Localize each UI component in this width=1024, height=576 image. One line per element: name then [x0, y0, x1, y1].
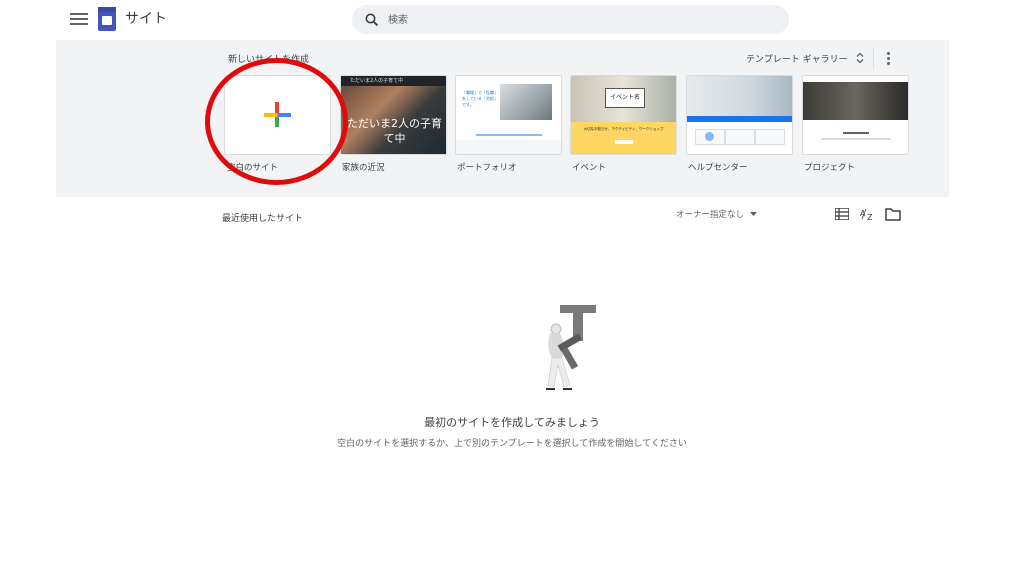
- dot: [886, 62, 890, 65]
- google-sites-logo[interactable]: [98, 7, 116, 31]
- template-portfolio[interactable]: 「職場」で「役職」をしている「名前」です。: [455, 75, 562, 155]
- template-label-help-center: ヘルプセンター: [688, 163, 748, 173]
- dot: [886, 57, 890, 60]
- plus-icon-bar: [264, 113, 291, 117]
- preview-blue-bar: [687, 116, 792, 122]
- template-blank-site[interactable]: [224, 75, 331, 155]
- more-vert-icon: [886, 52, 890, 55]
- preview-yellow-section: 大切なお知らせ、アクティビティ、ワークショップ: [571, 122, 676, 154]
- hamburger-menu-icon: [70, 13, 88, 15]
- menu-line: [70, 18, 88, 20]
- template-family-news[interactable]: ただいま2人の子育て中 ただいま2人の子育て中: [340, 75, 447, 155]
- svg-text:Z: Z: [867, 213, 873, 221]
- search-icon[interactable]: [364, 12, 380, 28]
- empty-state-illustration: [546, 305, 596, 390]
- app-title: サイト: [125, 11, 167, 27]
- preview-caption: 大切なお知らせ、アクティビティ、ワークショップ: [583, 127, 664, 131]
- divider: [873, 47, 874, 69]
- list-view-icon[interactable]: [835, 208, 849, 220]
- template-project[interactable]: [802, 75, 909, 155]
- preview-link: [476, 134, 542, 136]
- preview-hero: [687, 76, 792, 116]
- template-label-blank: 空白のサイト: [227, 163, 279, 173]
- empty-state-subtitle: 空白のサイトを選択するか、上で別のテンプレートを選択して作成を開始してください: [337, 439, 687, 449]
- preview-event-title: イベント名: [605, 88, 645, 108]
- main-menu-button[interactable]: [70, 10, 88, 28]
- owner-filter-label: オーナー指定なし: [676, 210, 745, 220]
- preview-tile: [755, 129, 785, 145]
- preview-hero-text: ただいま2人の子育て中: [347, 117, 442, 145]
- preview-tile: [725, 129, 755, 145]
- unfold-icon: [856, 52, 864, 64]
- folder-icon[interactable]: [885, 207, 901, 221]
- search-bar[interactable]: [352, 5, 789, 34]
- preview-intro-text: 「職場」で「役職」をしている「名前」です。: [462, 90, 498, 107]
- preview-text: [821, 138, 891, 140]
- template-label-project: プロジェクト: [804, 163, 856, 173]
- more-options-button[interactable]: [881, 50, 895, 66]
- sort-az-icon[interactable]: A Z: [860, 207, 876, 221]
- preview-footer: [456, 140, 561, 154]
- preview-site-title: ただいま2人の子育て中: [350, 78, 404, 84]
- search-input[interactable]: [386, 10, 780, 30]
- dropdown-arrow-icon: [750, 211, 758, 216]
- template-event[interactable]: イベント名 大切なお知らせ、アクティビティ、ワークショップ: [570, 75, 677, 155]
- template-label-event: イベント: [572, 163, 607, 173]
- template-help-center[interactable]: [686, 75, 793, 155]
- template-label-family: 家族の近況: [342, 163, 385, 173]
- empty-state-title: 最初のサイトを作成してみましょう: [424, 416, 600, 429]
- owner-filter-dropdown[interactable]: オーナー指定なし: [676, 208, 758, 220]
- preview-photo: [500, 84, 552, 120]
- preview-nav-bar: ただいま2人の子育て中: [341, 76, 446, 86]
- preview-hero: [803, 82, 908, 120]
- preview-tile: [695, 129, 725, 145]
- preview-button: [615, 140, 633, 144]
- template-label-portfolio: ポートフォリオ: [457, 163, 517, 173]
- template-gallery-label: テンプレート ギャラリー: [746, 54, 848, 65]
- new-site-heading: 新しいサイトを作成: [228, 55, 310, 65]
- preview-heading: [843, 132, 869, 134]
- recent-sites-label: 最近使用したサイト: [222, 214, 304, 224]
- template-gallery-button[interactable]: テンプレート ギャラリー: [746, 50, 864, 66]
- menu-line: [70, 23, 88, 25]
